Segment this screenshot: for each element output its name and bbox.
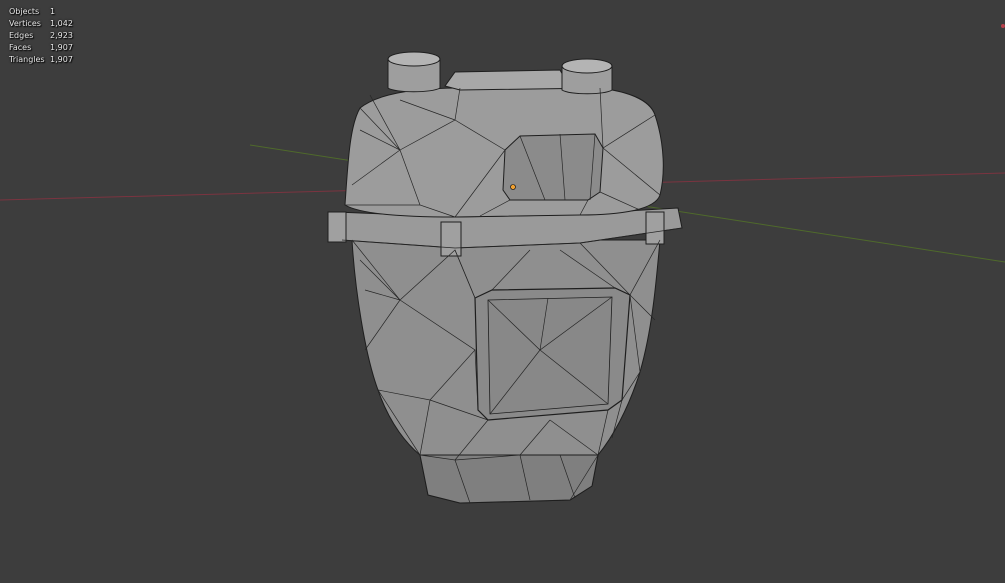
mesh-left-knob	[387, 51, 441, 93]
scene-canvas[interactable]	[0, 0, 1005, 583]
mesh-bolt-left	[327, 211, 347, 243]
mesh-right-knob	[561, 58, 613, 95]
object-origin-dot[interactable]	[510, 184, 516, 190]
stat-label: Triangles	[9, 55, 45, 64]
mesh-display-window	[502, 133, 604, 201]
stat-value: 1	[50, 7, 56, 16]
stat-label: Vertices	[9, 19, 41, 28]
stat-label: Edges	[9, 31, 34, 40]
stat-row-triangles: Triangles 1,907	[9, 54, 73, 66]
mesh-bottom-collar	[419, 454, 599, 504]
stat-row-faces: Faces 1,907	[9, 42, 73, 54]
mesh-front-panel-inner	[487, 296, 613, 415]
axis-gizmo-x-dot[interactable]	[1001, 24, 1005, 28]
stat-value: 2,923	[50, 31, 73, 40]
stat-label: Objects	[9, 7, 40, 16]
stat-row-vertices: Vertices 1,042	[9, 18, 73, 30]
stat-value: 1,907	[50, 55, 73, 64]
3d-viewport[interactable]: Objects 1 Vertices 1,042 Edges 2,923 Fac…	[0, 0, 1005, 583]
mesh-object[interactable]	[327, 51, 683, 504]
stat-row-objects: Objects 1	[9, 6, 73, 18]
stat-label: Faces	[9, 43, 32, 52]
stat-value: 1,042	[50, 19, 73, 28]
mesh-bolt-right	[645, 211, 665, 245]
mesh-upper-body	[344, 87, 664, 218]
stat-row-edges: Edges 2,923	[9, 30, 73, 42]
mesh-bolt-center	[440, 221, 462, 257]
statistics-overlay: Objects 1 Vertices 1,042 Edges 2,923 Fac…	[9, 6, 73, 66]
stat-value: 1,907	[50, 43, 73, 52]
